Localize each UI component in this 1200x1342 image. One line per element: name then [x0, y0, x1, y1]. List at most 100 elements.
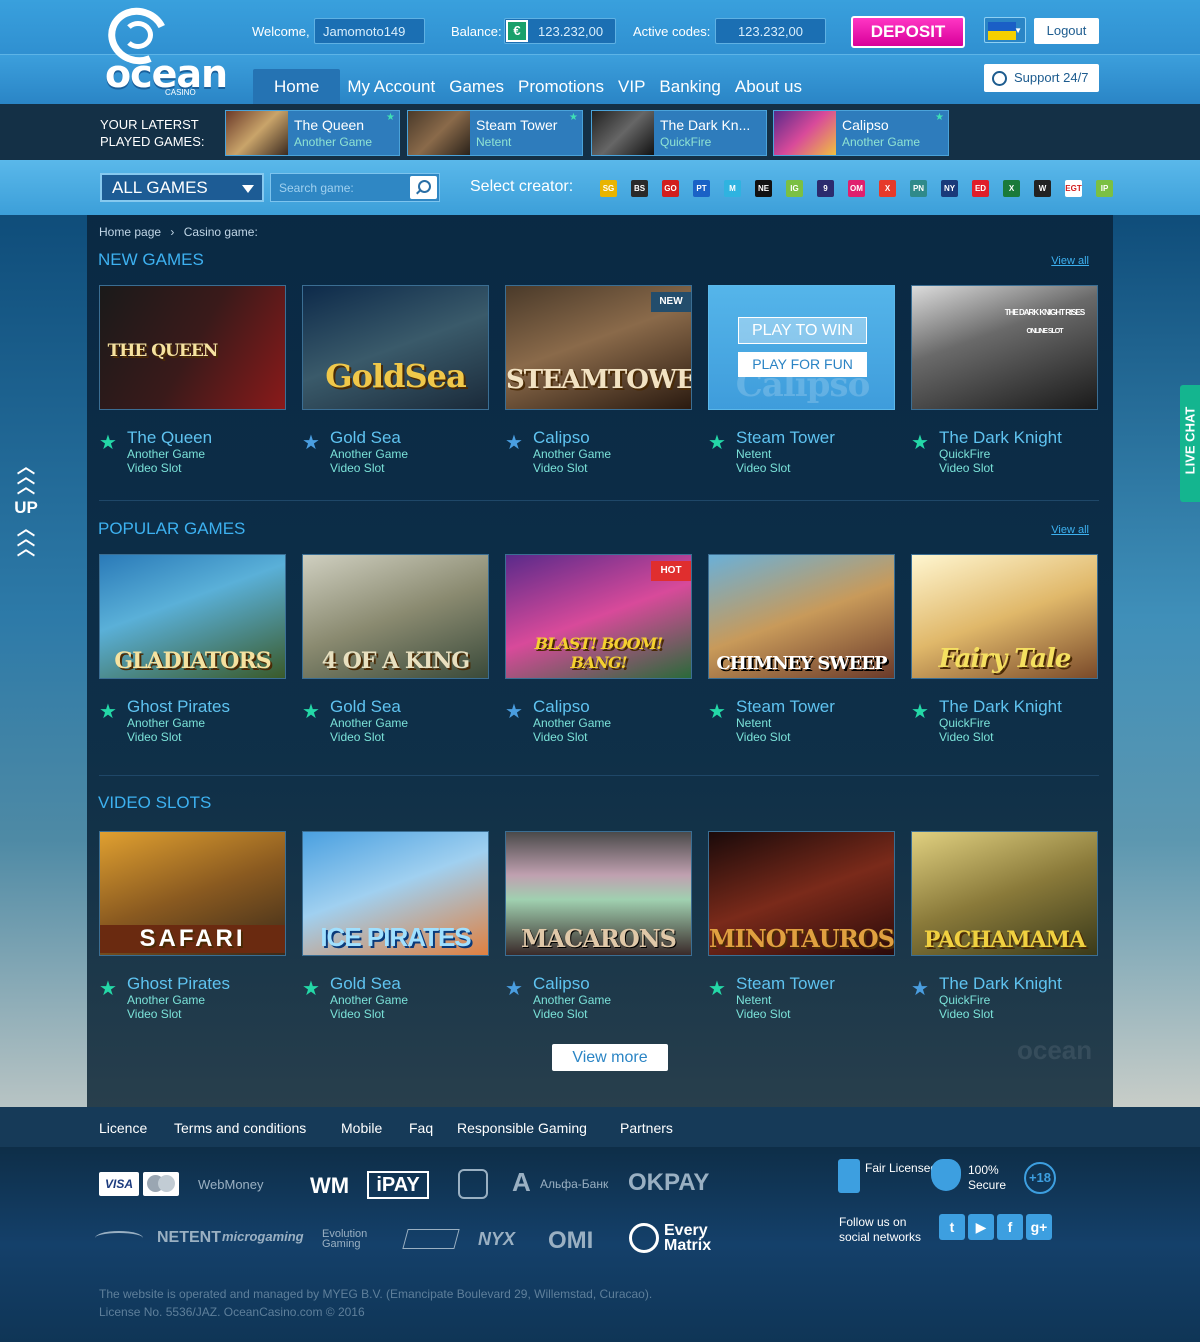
favorite-star-icon[interactable]: ★ [99, 976, 117, 1001]
game-art-title: BLAST! BOOM! BANG! [534, 634, 664, 672]
deposit-button[interactable]: DEPOSIT [851, 16, 965, 48]
recent-game[interactable]: The Queen Another Game ★ [225, 110, 400, 156]
creator-icon[interactable]: W [1034, 180, 1051, 197]
chevron-down-icon: ▼ [1014, 26, 1022, 35]
game-provider: Another Game [127, 993, 206, 1007]
nav-games[interactable]: Games [442, 69, 511, 104]
favorite-star-icon[interactable]: ★ [911, 699, 929, 724]
creator-icon[interactable]: PN [910, 180, 927, 197]
favorite-star-icon[interactable]: ★ [302, 430, 320, 455]
view-more-button[interactable]: View more [552, 1044, 668, 1071]
favorite-star-icon[interactable]: ★ [708, 976, 726, 1001]
creator-icon[interactable]: IP [1096, 180, 1113, 197]
favorite-star-icon[interactable]: ★ [505, 699, 523, 724]
logout-button[interactable]: Logout [1034, 18, 1099, 44]
footer-link-responsible-gaming[interactable]: Responsible Gaming [457, 1120, 587, 1136]
favorite-star-icon[interactable]: ★ [505, 976, 523, 1001]
creator-icon[interactable]: SG [600, 180, 617, 197]
creator-icon[interactable]: 9 [817, 180, 834, 197]
footer-link-licence[interactable]: Licence [99, 1120, 147, 1136]
everymatrix-icon [629, 1223, 659, 1253]
creator-icon[interactable]: NY [941, 180, 958, 197]
favorite-star-icon[interactable]: ★ [505, 430, 523, 455]
alfa-bank-logo: Альфа-Банк [540, 1177, 609, 1191]
recent-game[interactable]: The Dark Kn... QuickFire [591, 110, 767, 156]
twitter-icon[interactable]: t [939, 1214, 965, 1240]
creator-icon[interactable]: EGT [1065, 180, 1082, 197]
game-thumbnail [592, 111, 654, 155]
game-name: Ghost Pirates [127, 974, 230, 993]
active-codes-field: 123.232,00 [715, 18, 826, 44]
support-button[interactable]: Support 24/7 [984, 64, 1099, 92]
game-provider: Another Game [127, 447, 206, 461]
recent-game[interactable]: Steam Tower Netent ★ [407, 110, 583, 156]
breadcrumb-home[interactable]: Home page [99, 225, 161, 239]
creator-icon[interactable]: IG [786, 180, 803, 197]
favorite-star-icon[interactable]: ★ [911, 430, 929, 455]
game-type: Video Slot [330, 461, 385, 475]
all-games-label: ALL GAMES [112, 178, 208, 197]
game-name: Steam Tower [736, 428, 835, 447]
game-name: The Queen [127, 428, 213, 447]
nav-vip[interactable]: VIP [611, 69, 652, 104]
youtube-icon[interactable]: ▶ [968, 1214, 994, 1240]
footer-link-mobile[interactable]: Mobile [341, 1120, 382, 1136]
creator-icon[interactable]: GO [662, 180, 679, 197]
favorite-star-icon[interactable]: ★ [708, 699, 726, 724]
up-label: UP [14, 498, 38, 517]
search-icon[interactable] [410, 176, 437, 199]
favorite-star-icon[interactable]: ★ [911, 976, 929, 1001]
play-for-fun-button[interactable]: PLAY FOR FUN [738, 352, 867, 377]
game-art-subtitle: ONLINE SLOT [1026, 328, 1063, 335]
google-plus-icon[interactable]: g+ [1026, 1214, 1052, 1240]
favorite-star-icon[interactable]: ★ [708, 430, 726, 455]
creator-icon[interactable]: NE [755, 180, 772, 197]
game-name: The Dark Knight [939, 974, 1062, 993]
search-input[interactable]: Search game: [270, 173, 440, 202]
game-image: Calipso PLAY TO WIN PLAY FOR FUN [708, 285, 895, 410]
play-to-win-button[interactable]: PLAY TO WIN [738, 317, 867, 344]
footer-link-terms[interactable]: Terms and conditions [174, 1120, 306, 1136]
footer-link-faq[interactable]: Faq [409, 1120, 433, 1136]
logo[interactable]: ocean CASINO [100, 0, 228, 98]
scroll-up-button[interactable]: ︿ ︿ ︿ UP ︿ ︿ ︿ [11, 458, 41, 558]
view-all-link[interactable]: View all [1051, 255, 1089, 267]
favorite-star-icon[interactable]: ★ [99, 430, 117, 455]
game-provider: Another Game [533, 993, 612, 1007]
logo-swirl-inner [123, 21, 153, 49]
nav-about-us[interactable]: About us [728, 69, 809, 104]
footer-link-partners[interactable]: Partners [620, 1120, 673, 1136]
favorite-star-icon[interactable]: ★ [99, 699, 117, 724]
creator-icon[interactable]: PT [693, 180, 710, 197]
all-games-select[interactable]: ALL GAMES [100, 173, 264, 202]
nav-my-account[interactable]: My Account [340, 69, 442, 104]
game-image: CHIMNEY SWEEP [708, 554, 895, 679]
star-icon: ★ [935, 112, 944, 123]
nav-promotions[interactable]: Promotions [511, 69, 611, 104]
game-image: STEAMTOWER NEW [505, 285, 692, 410]
nav-banking[interactable]: Banking [652, 69, 727, 104]
language-select[interactable]: ▼ [984, 17, 1026, 43]
creator-icon[interactable]: X [879, 180, 896, 197]
divider [99, 775, 1099, 776]
favorite-star-icon[interactable]: ★ [302, 976, 320, 1001]
game-type: Video Slot [330, 1007, 385, 1021]
recent-games-bar: YOUR LATERST PLAYED GAMES: The Queen Ano… [0, 104, 1200, 160]
game-art-title: MINOTAUROS [709, 924, 894, 953]
creator-icon[interactable]: M [724, 180, 741, 197]
recent-game[interactable]: Calipso Another Game ★ [773, 110, 949, 156]
nav-home[interactable]: Home [253, 69, 341, 104]
live-chat-tab[interactable]: LIVE CHAT [1180, 385, 1200, 502]
view-all-link[interactable]: View all [1051, 524, 1089, 536]
creator-icon[interactable]: BS [631, 180, 648, 197]
creator-icon[interactable]: OM [848, 180, 865, 197]
header: ocean CASINO Welcome, Jamomoto149 Balanc… [0, 0, 1200, 104]
creator-icon[interactable]: X [1003, 180, 1020, 197]
game-provider: Another Game [533, 716, 612, 730]
facebook-icon[interactable]: f [997, 1214, 1023, 1240]
creator-icon[interactable]: ED [972, 180, 989, 197]
favorite-star-icon[interactable]: ★ [302, 699, 320, 724]
game-art-title: Fairy Tale [938, 644, 1072, 674]
game-provider: Another Game [330, 447, 409, 461]
game-provider: Another Game [330, 716, 409, 730]
